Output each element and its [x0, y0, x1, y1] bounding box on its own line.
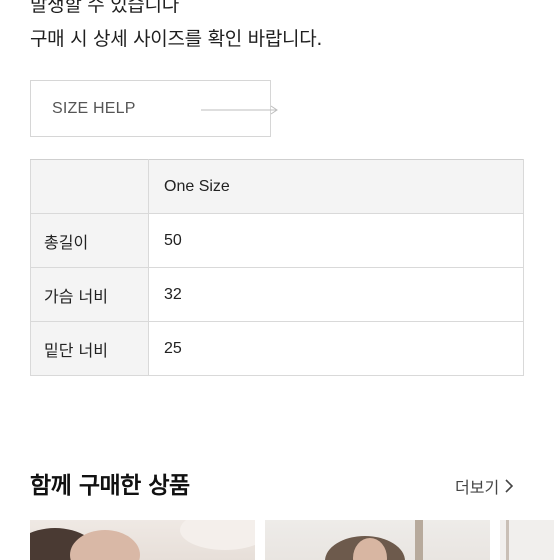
table-row: 가슴 너비 32 [30, 267, 524, 322]
table-row: 총길이 50 [30, 213, 524, 268]
more-label: 더보기 [455, 478, 500, 497]
size-table: One Size 총길이 50 가슴 너비 32 밑단 너비 25 [30, 159, 524, 376]
size-help-button[interactable]: SIZE HELP [30, 80, 278, 137]
size-table-header: One Size [30, 159, 524, 214]
product-thumbnail-2[interactable] [265, 520, 490, 560]
notice-line-2: 구매 시 상세 사이즈를 확인 바랍니다. [30, 28, 323, 50]
related-products-title: 함께 구매한 상품 [30, 473, 190, 499]
table-row: 밑단 너비 25 [30, 321, 524, 376]
product-thumbnail-1[interactable] [30, 520, 255, 560]
row-value: 25 [148, 321, 524, 376]
row-value: 50 [148, 213, 524, 268]
row-label: 밑단 너비 [30, 321, 149, 376]
row-label: 총길이 [30, 213, 149, 268]
arrow-right-icon [201, 105, 278, 115]
size-table-column-header: One Size [148, 159, 524, 214]
chevron-right-icon [505, 479, 514, 493]
notice-line-1: 발생할 수 있습니다 [30, 0, 179, 16]
size-notice: 발생할 수 있습니다 구매 시 상세 사이즈를 확인 바랍니다. [30, 0, 540, 56]
size-help-label: SIZE HELP [52, 100, 136, 117]
more-link[interactable]: 더보기 [455, 474, 514, 498]
row-label: 가슴 너비 [30, 267, 149, 322]
row-value: 32 [148, 267, 524, 322]
size-table-corner [30, 159, 149, 214]
product-thumbnail-3[interactable] [500, 520, 554, 560]
